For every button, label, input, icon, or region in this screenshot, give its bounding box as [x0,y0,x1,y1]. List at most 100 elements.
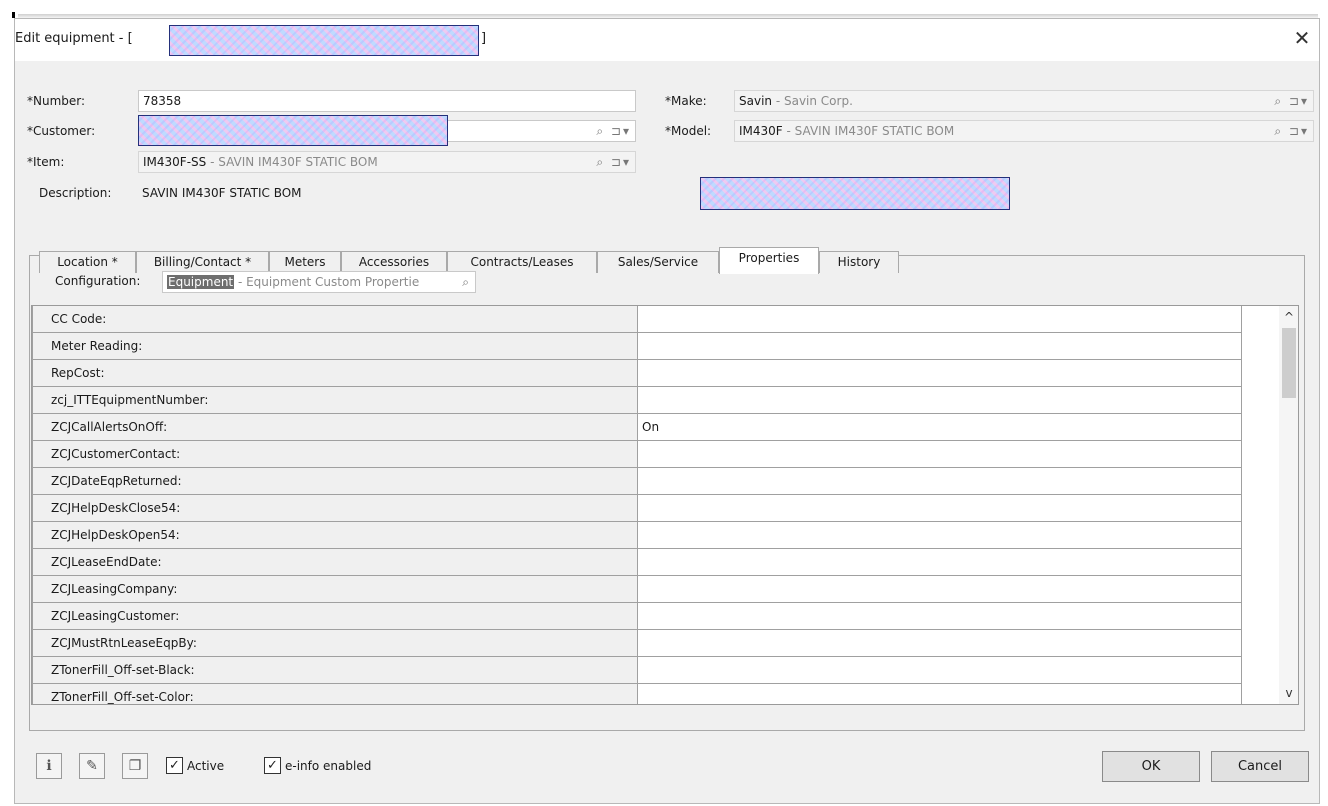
property-value[interactable] [638,684,1242,704]
property-name: ZCJHelpDeskClose54: [32,495,638,522]
property-value[interactable] [638,603,1242,630]
property-value[interactable] [638,522,1242,549]
property-name: CC Code: [32,306,638,333]
attach-icon[interactable]: ✎ [79,753,105,779]
item-code: IM430F-SS [143,155,207,169]
redacted-customer-name [138,115,448,146]
model-label: *Model: [665,124,712,138]
property-value[interactable] [638,387,1242,414]
dialog-title: Edit equipment - [ [15,31,133,46]
table-row: ZCJMustRtnLeaseEqpBy: [32,630,1262,657]
property-name: ZCJLeaseEndDate: [32,549,638,576]
property-value[interactable] [638,333,1242,360]
table-row: RepCost: [32,360,1262,387]
property-name: ZTonerFill_Off-set-Color: [32,684,638,704]
model-field[interactable]: IM430F - SAVIN IM430F STATIC BOM ⌕ ⊐▾ [734,120,1314,142]
configuration-field[interactable]: Equipment - Equipment Custom Propertie ⌕ [162,271,476,293]
table-row: ZCJDateEqpReturned: [32,468,1262,495]
property-name: ZTonerFill_Off-set-Black: [32,657,638,684]
copy-icon[interactable]: ❐ [122,753,148,779]
property-value[interactable] [638,360,1242,387]
einfo-label: e-info enabled [285,759,372,773]
property-name: ZCJLeasingCustomer: [32,603,638,630]
item-lookup-icon[interactable]: ⌕ [596,152,605,172]
make-code: Savin [739,94,773,108]
property-value[interactable] [638,630,1242,657]
property-name: ZCJDateEqpReturned: [32,468,638,495]
configuration-label: Configuration: [55,274,141,288]
item-label: *Item: [27,155,65,169]
make-field[interactable]: Savin - Savin Corp. ⌕ ⊐▾ [734,90,1314,112]
number-field[interactable]: 78358 [138,90,636,112]
property-value[interactable] [638,495,1242,522]
properties-grid: CC Code: Meter Reading: RepCost: zcj_ITTEqu… [31,305,1299,705]
item-desc: - SAVIN IM430F STATIC BOM [206,155,378,169]
title-bar: Edit equipment - [ ] ✕ [15,19,1319,61]
configuration-lookup-icon[interactable]: ⌕ [462,272,471,292]
tab-properties[interactable]: Properties [719,247,819,274]
ok-button[interactable]: OK [1102,751,1200,782]
model-lookup-icon[interactable]: ⌕ [1274,121,1283,141]
property-value[interactable] [638,441,1242,468]
table-row: ZCJLeasingCustomer: [32,603,1262,630]
model-desc: - SAVIN IM430F STATIC BOM [782,124,955,138]
info-icon[interactable]: ℹ [36,753,62,779]
property-name: zcj_ITTEquipmentNumber: [32,387,638,414]
configuration-desc: - Equipment Custom Propertie [234,275,420,289]
redacted-field [700,177,1010,210]
item-field[interactable]: IM430F-SS - SAVIN IM430F STATIC BOM ⌕ ⊐▾ [138,151,636,173]
property-name: Meter Reading: [32,333,638,360]
property-value[interactable] [638,306,1242,333]
property-value[interactable] [638,549,1242,576]
table-row: ZCJHelpDeskClose54: [32,495,1262,522]
tab-sales-service[interactable]: Sales/Service [597,251,719,273]
configuration-code: Equipment [167,275,235,289]
description-value: SAVIN IM430F STATIC BOM [142,186,302,200]
item-menu-icon[interactable]: ⊐▾ [611,152,631,172]
table-row: zcj_ITTEquipmentNumber: [32,387,1262,414]
property-name: ZCJCustomerContact: [32,441,638,468]
tab-location[interactable]: Location * [39,251,136,273]
customer-lookup-icon[interactable]: ⌕ [596,121,605,141]
cancel-button[interactable]: Cancel [1211,751,1309,782]
tab-billing-contact[interactable]: Billing/Contact * [136,251,269,273]
scroll-up-icon[interactable]: ^ [1279,306,1298,328]
property-name: ZCJLeasingCompany: [32,576,638,603]
customer-label: *Customer: [27,124,96,138]
einfo-checkbox[interactable]: ✓ [264,757,281,774]
property-name: ZCJCallAlertsOnOff: [32,414,638,441]
scrollbar-thumb[interactable] [1282,328,1296,398]
tab-accessories[interactable]: Accessories [341,251,447,273]
table-row: ZCJLeaseEndDate: [32,549,1262,576]
active-checkbox[interactable]: ✓ [166,757,183,774]
table-row: ZTonerFill_Off-set-Color: [32,684,1262,704]
table-row: ZCJCallAlertsOnOff: On [32,414,1262,441]
property-value[interactable]: On [638,414,1242,441]
property-name: RepCost: [32,360,638,387]
redacted-title-part [169,25,479,56]
description-label: Description: [39,186,112,200]
table-row: ZCJCustomerContact: [32,441,1262,468]
make-desc: - Savin Corp. [772,94,853,108]
number-label: *Number: [27,94,86,108]
tab-meters[interactable]: Meters [269,251,341,273]
property-value[interactable] [638,468,1242,495]
property-value[interactable] [638,576,1242,603]
dialog-title-bracket: ] [481,31,487,46]
table-row: CC Code: [32,306,1262,333]
make-lookup-icon[interactable]: ⌕ [1274,91,1283,111]
tab-history[interactable]: History [819,251,899,273]
property-value[interactable] [638,657,1242,684]
table-row: Meter Reading: [32,333,1262,360]
customer-menu-icon[interactable]: ⊐▾ [611,121,631,141]
property-name: ZCJMustRtnLeaseEqpBy: [32,630,638,657]
model-menu-icon[interactable]: ⊐▾ [1289,121,1309,141]
table-row: ZCJHelpDeskOpen54: [32,522,1262,549]
tab-contracts-leases[interactable]: Contracts/Leases [447,251,597,273]
model-code: IM430F [739,124,783,138]
property-name: ZCJHelpDeskOpen54: [32,522,638,549]
close-icon[interactable]: ✕ [1289,25,1315,51]
scroll-down-icon[interactable]: v [1279,682,1298,704]
make-menu-icon[interactable]: ⊐▾ [1289,91,1309,111]
vertical-scrollbar[interactable]: ^ v [1279,306,1298,704]
